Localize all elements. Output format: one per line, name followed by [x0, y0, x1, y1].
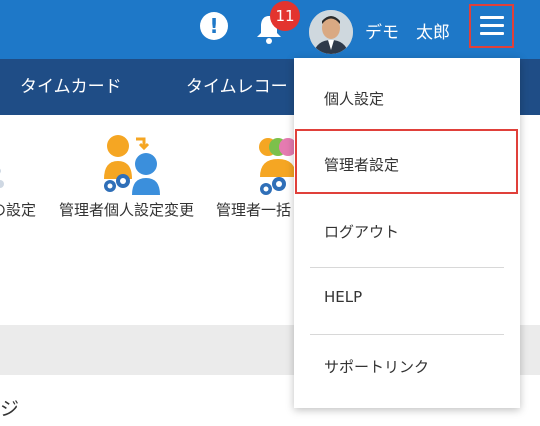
gear-icon	[0, 168, 4, 188]
top-header-bar: ! 11 デモ 太郎	[0, 0, 540, 59]
menu-divider	[310, 334, 504, 335]
menu-icon-line	[480, 24, 504, 27]
menu-item-label: 個人設定	[324, 90, 385, 108]
page-heading: ジ	[0, 398, 20, 420]
menu-item-label: サポートリンク	[324, 358, 430, 376]
nav-time-recorder[interactable]: タイムレコー	[186, 59, 288, 115]
menu-divider	[310, 267, 504, 268]
menu-icon-line	[480, 16, 504, 19]
avatar[interactable]	[309, 10, 353, 54]
highlight-box	[295, 129, 518, 194]
hamburger-menu-button[interactable]	[469, 4, 514, 48]
tile-label-admin-bulk[interactable]: 管理者一括	[216, 199, 291, 220]
menu-item-label: HELP	[324, 288, 363, 306]
user-name[interactable]: デモ 太郎	[365, 18, 450, 43]
menu-item-label: ログアウト	[324, 223, 400, 241]
admin-group-settings-icon[interactable]	[258, 135, 298, 197]
menu-item-help[interactable]: HELP	[294, 269, 520, 329]
admin-user-switch-icon[interactable]	[100, 133, 166, 195]
notification-badge: 11	[270, 1, 300, 31]
menu-item-personal-settings[interactable]: 個人設定	[294, 68, 520, 128]
alert-icon[interactable]: !	[200, 12, 228, 40]
tile-label-admin-personal-settings-change[interactable]: 管理者個人設定変更	[59, 199, 194, 220]
menu-icon-line	[480, 32, 504, 35]
nav-timecard[interactable]: タイムカード	[20, 59, 122, 115]
user-dropdown-menu: 個人設定 管理者設定 ログアウト HELP サポートリンク	[294, 58, 520, 408]
menu-item-logout[interactable]: ログアウト	[294, 201, 520, 261]
menu-item-support-link[interactable]: サポートリンク	[294, 336, 520, 396]
tile-label-personal-settings[interactable]: の設定	[0, 199, 36, 220]
